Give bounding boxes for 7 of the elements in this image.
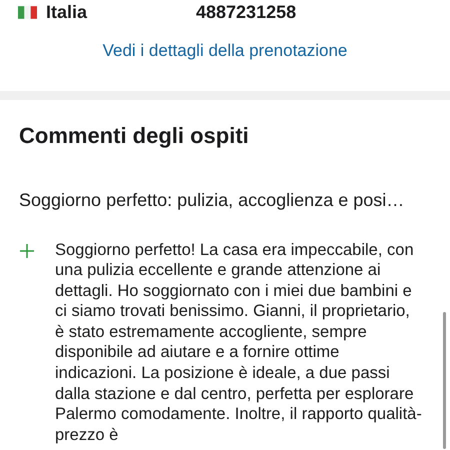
phone-number: 4887231258 <box>196 0 296 24</box>
review-headline[interactable]: Soggiorno perfetto: pulizia, accoglienza e posi… <box>19 186 450 214</box>
review-text: Soggiorno perfetto! La casa era impeccabile, con una pulizia eccellente e grande attenzione ai dettagli. Ho soggiornato con i miei due bambini e ci siamo trovati benissimo. Gianni, il proprietario, è stato estremamente accogliente, sempre disponibile ad aiutare e a fornire ottime indicazioni. La posizione è ideale, a due passi dalla stazione e dal centro, perfetta per esplorare Palermo comodamente. Inoltre, il rapporto qualità-prezzo è <box>55 240 423 446</box>
booking-details-link[interactable]: Vedi i dettagli della prenotazione <box>102 38 348 64</box>
flag-icon <box>18 6 37 18</box>
section-heading: Commenti degli ospiti <box>19 122 250 150</box>
country-name: Italia <box>46 0 88 24</box>
